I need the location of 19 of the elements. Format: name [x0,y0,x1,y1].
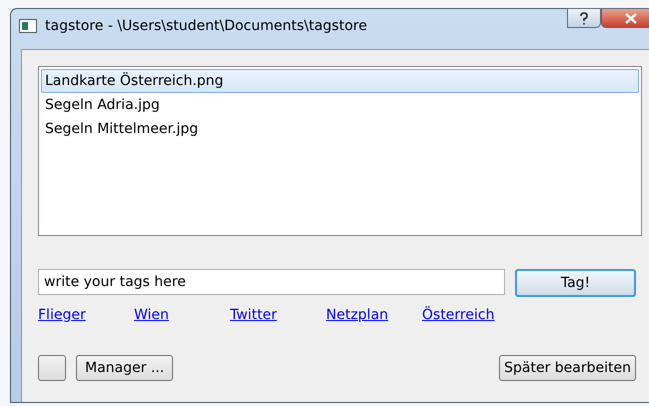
file-list-item[interactable]: Segeln Adria.jpg [41,93,639,117]
close-icon [624,12,638,24]
help-button[interactable] [567,8,601,28]
tag-link[interactable]: Flieger [38,307,134,323]
close-button[interactable] [601,8,649,28]
tag-link[interactable]: Österreich [422,307,518,323]
tag-button[interactable]: Tag! [515,269,636,297]
window-title: tagstore - \Users\student\Documents\tagstore [45,18,368,34]
help-icon [579,12,589,24]
file-list-item[interactable]: Segeln Mittelmeer.jpg [41,117,639,141]
tag-link[interactable]: Netzplan [326,307,422,323]
later-button[interactable]: Später bearbeiten [499,355,636,381]
app-icon [19,19,37,33]
file-list-item[interactable]: Landkarte Österreich.png [41,69,639,93]
square-button[interactable] [38,355,66,381]
tag-link[interactable]: Twitter [230,307,326,323]
manager-button[interactable]: Manager ... [76,355,174,381]
tag-input-field[interactable]: write your tags here [38,269,505,295]
tag-link[interactable]: Wien [134,307,230,323]
